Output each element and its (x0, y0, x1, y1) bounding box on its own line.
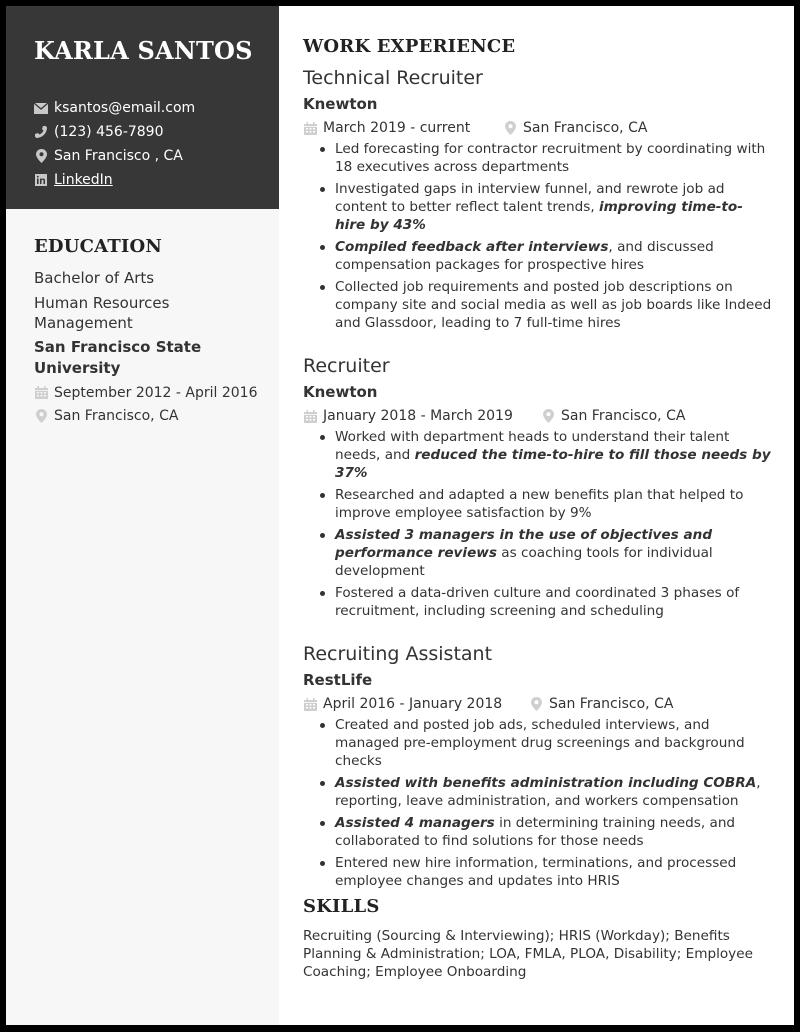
job-company: Knewton (303, 95, 378, 113)
sidebar: KARLA SANTOS ksantos@email.com (123) 456… (6, 6, 279, 1025)
resume-page: KARLA SANTOS ksantos@email.com (123) 456… (6, 6, 794, 1025)
job-dates-text: March 2019 - current (323, 120, 471, 136)
calendar-icon (303, 697, 317, 711)
job-entry: Recruiter Knewton January 2018 - March 2… (303, 353, 773, 620)
job-dates: January 2018 - March 2019 (303, 408, 541, 424)
sidebar-header: KARLA SANTOS ksantos@email.com (123) 456… (6, 6, 279, 209)
bullet-item: Worked with department heads to understa… (320, 428, 773, 482)
job-bullets: Created and posted job ads, scheduled in… (303, 716, 773, 890)
linkedin-icon (34, 173, 48, 187)
education-degree: Bachelor of Arts (34, 269, 155, 287)
job-dates: March 2019 - current (303, 120, 503, 136)
job-title: Technical Recruiter (303, 67, 483, 89)
job-title: Recruiting Assistant (303, 643, 493, 665)
job-dates-text: January 2018 - March 2019 (323, 408, 513, 424)
linkedin-link[interactable]: LinkedIn (54, 172, 113, 188)
bullet-item: Investigated gaps in interview funnel, a… (320, 180, 773, 234)
candidate-name: KARLA SANTOS (34, 36, 253, 65)
bullet-highlight: Assisted with benefits administration in… (335, 775, 757, 791)
job-bullets: Led forecasting for contractor recruitme… (303, 140, 773, 332)
job-entry: Recruiting Assistant RestLife April 2016… (303, 641, 773, 890)
bullet-highlight: reduced the time-to-hire to fill those n… (335, 447, 771, 481)
job-title: Recruiter (303, 355, 390, 377)
education-field: Human Resources Management (34, 294, 170, 332)
map-pin-icon (34, 149, 48, 163)
bullet-item: Created and posted job ads, scheduled in… (320, 716, 773, 770)
location-text: San Francisco , CA (54, 148, 183, 164)
job-dates-text: April 2016 - January 2018 (323, 696, 503, 712)
contact-email: ksantos@email.com (34, 96, 195, 120)
work-experience-section: WORK EXPERIENCE Technical Recruiter Knew… (303, 36, 773, 894)
bullet-highlight: Assisted 3 managers in the use of object… (335, 527, 713, 561)
education-location: San Francisco, CA (34, 404, 264, 427)
education-heading: EDUCATION (34, 236, 163, 257)
job-location-text: San Francisco, CA (549, 696, 674, 712)
map-pin-icon (541, 409, 555, 423)
education-location-text: San Francisco, CA (54, 407, 179, 424)
skills-section: SKILLS Recruiting (Sourcing & Interviewi… (303, 896, 773, 981)
bullet-item: Fostered a data-driven culture and coord… (320, 584, 773, 620)
calendar-icon (303, 409, 317, 423)
calendar-icon (34, 386, 48, 400)
bullet-item: Entered new hire information, terminatio… (320, 854, 773, 890)
skills-text: Recruiting (Sourcing & Interviewing); HR… (303, 928, 753, 980)
job-location: San Francisco, CA (541, 408, 685, 424)
map-pin-icon (503, 121, 517, 135)
education-school: San Francisco State University (34, 338, 202, 377)
bullet-highlight: Compiled feedback after interviews (335, 239, 609, 255)
work-experience-heading: WORK EXPERIENCE (303, 36, 516, 57)
job-entry: Technical Recruiter Knewton March 2019 -… (303, 65, 773, 332)
bullet-highlight: improving time-to-hire by 43% (335, 199, 743, 233)
envelope-icon (34, 101, 48, 115)
bullet-item: Assisted with benefits administration in… (320, 774, 773, 810)
bullet-item: Led forecasting for contractor recruitme… (320, 140, 773, 176)
job-location: San Francisco, CA (503, 120, 647, 136)
skills-heading: SKILLS (303, 896, 380, 917)
bullet-item: Compiled feedback after interviews, and … (320, 238, 773, 274)
job-company: RestLife (303, 671, 373, 689)
job-bullets: Worked with department heads to understa… (303, 428, 773, 620)
job-dates: April 2016 - January 2018 (303, 696, 529, 712)
contact-phone: (123) 456-7890 (34, 120, 195, 144)
education-dates-text: September 2012 - April 2016 (54, 384, 258, 401)
phone-icon (34, 125, 48, 139)
bullet-item: Researched and adapted a new benefits pl… (320, 486, 773, 522)
education-dates: September 2012 - April 2016 (34, 381, 264, 404)
contact-list: ksantos@email.com (123) 456-7890 San Fra… (34, 96, 195, 192)
job-meta: January 2018 - March 2019 San Francisco,… (303, 404, 773, 428)
bullet-highlight: Assisted 4 managers (335, 815, 495, 831)
contact-linkedin: LinkedIn (34, 168, 195, 192)
calendar-icon (303, 121, 317, 135)
job-company: Knewton (303, 383, 378, 401)
bullet-item: Assisted 4 managers in determining train… (320, 814, 773, 850)
contact-location: San Francisco , CA (34, 144, 195, 168)
job-location-text: San Francisco, CA (523, 120, 648, 136)
job-location: San Francisco, CA (529, 696, 673, 712)
phone-text: (123) 456-7890 (54, 124, 164, 140)
job-meta: April 2016 - January 2018 San Francisco,… (303, 692, 773, 716)
email-text[interactable]: ksantos@email.com (54, 100, 195, 116)
map-pin-icon (529, 697, 543, 711)
job-meta: March 2019 - current San Francisco, CA (303, 116, 773, 140)
job-location-text: San Francisco, CA (561, 408, 686, 424)
bullet-item: Collected job requirements and posted jo… (320, 279, 772, 331)
education-section: EDUCATION Bachelor of Arts Human Resourc… (34, 236, 264, 427)
bullet-item: Assisted 3 managers in the use of object… (320, 526, 773, 580)
map-pin-icon (34, 408, 48, 423)
